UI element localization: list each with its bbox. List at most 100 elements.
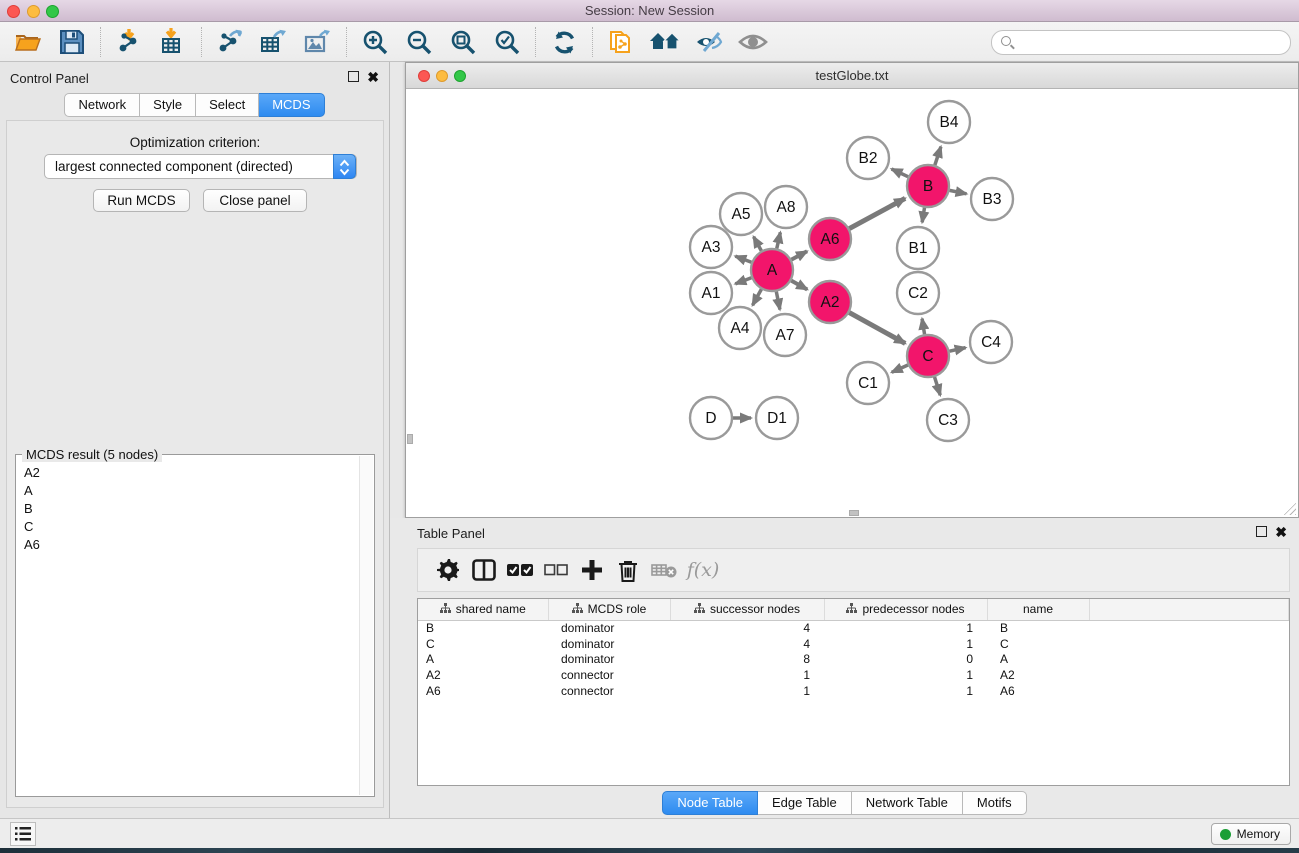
refresh-icon[interactable] xyxy=(547,25,581,59)
edge-B-B1[interactable] xyxy=(922,208,924,223)
cell[interactable]: 1 xyxy=(824,683,987,699)
open-folder-icon[interactable] xyxy=(11,25,45,59)
cell[interactable]: connector xyxy=(548,667,670,683)
search-box[interactable] xyxy=(991,30,1291,55)
table-row[interactable]: Cdominator41C xyxy=(418,636,1289,652)
import-table-icon[interactable] xyxy=(156,25,190,59)
float-panel-icon[interactable] xyxy=(348,71,359,82)
tab-network[interactable]: Network xyxy=(64,93,140,117)
edge-A6-B[interactable] xyxy=(849,198,905,228)
result-item[interactable]: C xyxy=(17,517,359,535)
cell[interactable]: A2 xyxy=(418,667,548,683)
show-all-icon[interactable] xyxy=(736,25,770,59)
network-canvas[interactable]: AA1A2A3A4A5A6A7A8BB1B2B3B4CC1C2C3C4DD1 xyxy=(406,89,1298,517)
close-table-panel-icon[interactable]: ✖ xyxy=(1275,526,1287,538)
cell[interactable]: 0 xyxy=(824,652,987,668)
column-header-name[interactable]: name xyxy=(987,599,1089,620)
float-table-panel-icon[interactable] xyxy=(1256,526,1267,537)
cell[interactable]: B xyxy=(418,620,548,636)
search-input[interactable] xyxy=(1018,32,1283,53)
close-panel-button[interactable]: Close panel xyxy=(203,189,307,212)
edge-B-B3[interactable] xyxy=(950,190,967,193)
edge-C-C1[interactable] xyxy=(892,365,908,372)
edge-A-A4[interactable] xyxy=(753,289,762,305)
tab-network-table[interactable]: Network Table xyxy=(852,791,963,815)
column-header-shared-name[interactable]: shared name xyxy=(418,599,548,620)
memory-button[interactable]: Memory xyxy=(1211,823,1291,845)
edge-A-A5[interactable] xyxy=(754,237,762,251)
copy-network-icon[interactable] xyxy=(604,25,638,59)
task-history-button[interactable] xyxy=(10,822,36,846)
cell[interactable]: 4 xyxy=(670,636,824,652)
canvas-hscroll-thumb[interactable] xyxy=(849,510,859,516)
export-table-icon[interactable] xyxy=(257,25,291,59)
network-window-titlebar[interactable]: testGlobe.txt xyxy=(406,63,1298,89)
export-image-icon[interactable] xyxy=(301,25,335,59)
result-item[interactable]: B xyxy=(17,499,359,517)
cell[interactable]: dominator xyxy=(548,620,670,636)
cell[interactable]: 1 xyxy=(670,667,824,683)
edge-A-A8[interactable] xyxy=(777,232,781,248)
import-network-icon[interactable] xyxy=(112,25,146,59)
gear-icon[interactable] xyxy=(430,555,466,585)
table-row[interactable]: A2connector11A2 xyxy=(418,667,1289,683)
network-graph[interactable]: AA1A2A3A4A5A6A7A8BB1B2B3B4CC1C2C3C4DD1 xyxy=(406,89,1298,517)
cell[interactable]: A xyxy=(418,652,548,668)
cell[interactable]: 8 xyxy=(670,652,824,668)
cell[interactable]: 1 xyxy=(824,667,987,683)
split-columns-icon[interactable] xyxy=(466,555,502,585)
zoom-in-icon[interactable] xyxy=(358,25,392,59)
delete-column-icon[interactable] xyxy=(610,555,646,585)
edge-A-A2[interactable] xyxy=(791,281,807,290)
cell[interactable]: connector xyxy=(548,683,670,699)
edge-B-B4[interactable] xyxy=(935,147,941,165)
run-mcds-button[interactable]: Run MCDS xyxy=(93,189,190,212)
select-all-checks-icon[interactable] xyxy=(502,555,538,585)
cell[interactable]: 1 xyxy=(824,620,987,636)
cell[interactable]: 4 xyxy=(670,620,824,636)
canvas-vscroll-thumb[interactable] xyxy=(407,434,413,444)
cell[interactable]: A6 xyxy=(987,683,1089,699)
tab-edge-table[interactable]: Edge Table xyxy=(758,791,852,815)
edge-B-B2[interactable] xyxy=(892,169,909,177)
edge-A-A3[interactable] xyxy=(735,256,751,262)
edge-A-A6[interactable] xyxy=(791,251,807,259)
result-item[interactable]: A6 xyxy=(17,535,359,553)
cell[interactable]: C xyxy=(418,636,548,652)
edge-A2-C[interactable] xyxy=(849,313,905,344)
table-row[interactable]: A6connector11A6 xyxy=(418,683,1289,699)
function-builder-icon[interactable]: f(x) xyxy=(682,555,718,585)
result-item[interactable]: A xyxy=(17,481,359,499)
edge-A-A7[interactable] xyxy=(776,292,780,310)
zoom-selected-icon[interactable] xyxy=(490,25,524,59)
cell[interactable]: dominator xyxy=(548,636,670,652)
cell[interactable]: 1 xyxy=(824,636,987,652)
cell[interactable]: A2 xyxy=(987,667,1089,683)
home-network-icon[interactable] xyxy=(648,25,682,59)
deselect-all-checks-icon[interactable] xyxy=(538,555,574,585)
edge-A-A1[interactable] xyxy=(735,278,751,284)
cell[interactable]: 1 xyxy=(670,683,824,699)
delete-table-icon[interactable] xyxy=(646,555,682,585)
hide-selected-icon[interactable] xyxy=(692,25,726,59)
export-network-icon[interactable] xyxy=(213,25,247,59)
optimization-criterion-dropdown[interactable]: largest connected component (directed) xyxy=(44,154,357,179)
cell[interactable]: dominator xyxy=(548,652,670,668)
tab-style[interactable]: Style xyxy=(140,93,196,117)
tab-mcds[interactable]: MCDS xyxy=(259,93,324,117)
zoom-fit-icon[interactable] xyxy=(446,25,480,59)
edge-C-C4[interactable] xyxy=(949,348,965,352)
edge-C-C3[interactable] xyxy=(935,377,941,395)
result-scrollbar[interactable] xyxy=(359,456,373,795)
column-header-MCDS-role[interactable]: MCDS role xyxy=(548,599,670,620)
tab-motifs[interactable]: Motifs xyxy=(963,791,1027,815)
cell[interactable]: B xyxy=(987,620,1089,636)
close-panel-icon[interactable]: ✖ xyxy=(367,71,379,83)
edge-C-C2[interactable] xyxy=(922,319,924,335)
tab-select[interactable]: Select xyxy=(196,93,259,117)
cell[interactable]: C xyxy=(987,636,1089,652)
table-row[interactable]: Bdominator41B xyxy=(418,620,1289,636)
table-row[interactable]: Adominator80A xyxy=(418,652,1289,668)
column-header-successor-nodes[interactable]: successor nodes xyxy=(670,599,824,620)
column-header-predecessor-nodes[interactable]: predecessor nodes xyxy=(824,599,987,620)
